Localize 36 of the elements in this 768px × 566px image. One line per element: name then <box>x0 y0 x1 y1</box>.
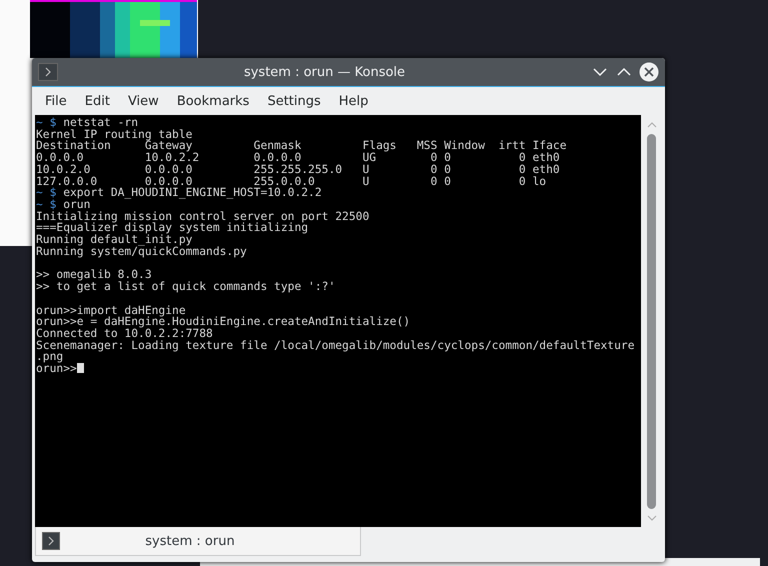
output-line: Destination Gateway Genmask Flags MSS Window irtt Iface <box>36 139 567 152</box>
command-text: netstat -rn <box>62 116 138 129</box>
menu-item[interactable]: View <box>118 90 168 112</box>
output-line: Running system/quickCommands.py <box>36 244 247 258</box>
close-icon[interactable] <box>639 62 659 82</box>
tab[interactable]: system : orun <box>35 527 361 556</box>
output-line: orun>>e = daHEngine.HoudiniEngine.createAndInitialize() <box>36 315 410 328</box>
output-line: >> omegalib 8.0.3 <box>36 268 152 282</box>
output-line: Kernel IP routing table <box>36 128 192 141</box>
output-line: 10.0.2.0 0.0.0.0 255.255.255.0 U 0 0 0 eth0 <box>36 162 560 176</box>
output-line: Running default_init.py <box>36 233 192 246</box>
terminal-icon <box>42 532 60 550</box>
prompt-symbol: ~ $ <box>36 116 56 129</box>
menu-item[interactable]: Edit <box>76 90 119 112</box>
menu-item[interactable]: Bookmarks <box>168 90 258 112</box>
terminal-output[interactable] <box>35 115 641 527</box>
command-text: export DA_HOUDINI_ENGINE_HOST=10.0.2.2 <box>62 186 322 200</box>
output-line: .png <box>36 350 64 364</box>
command-text: orun <box>63 198 90 212</box>
output-line: Initializing mission control server on port 22500 <box>36 210 370 223</box>
output-line: >> to get a list of quick commands type ':?' <box>36 280 336 294</box>
output-line: 127.0.0.0 0.0.0.0 255.0.0.0 U 0 0 0 lo <box>36 174 546 188</box>
prompt-line: orun>> <box>36 362 77 376</box>
output-line: Connected to 10.0.2.2:7788 <box>36 326 213 340</box>
menu-item[interactable]: File <box>36 90 76 112</box>
prompt-symbol: ~ $ <box>36 198 56 212</box>
output-line: ===Equalizer display system initializing <box>36 221 308 234</box>
text-cursor <box>76 363 84 374</box>
menu-item[interactable]: Help <box>330 90 378 112</box>
menu-item[interactable]: Settings <box>258 90 330 112</box>
output-line: Scenemanager: Loading texture file /local/omegalib/modules/cyclops/common/defaultTexture <box>36 338 635 352</box>
prompt-symbol: ~ $ <box>36 186 56 200</box>
output-line: 0.0.0.0 10.0.2.2 0.0.0.0 UG 0 0 0 eth0 <box>36 151 560 164</box>
terminal-icon[interactable] <box>38 63 58 81</box>
output-line: orun>>import daHEngine <box>36 304 186 316</box>
window-title: system : orun — Konsole <box>242 64 406 80</box>
